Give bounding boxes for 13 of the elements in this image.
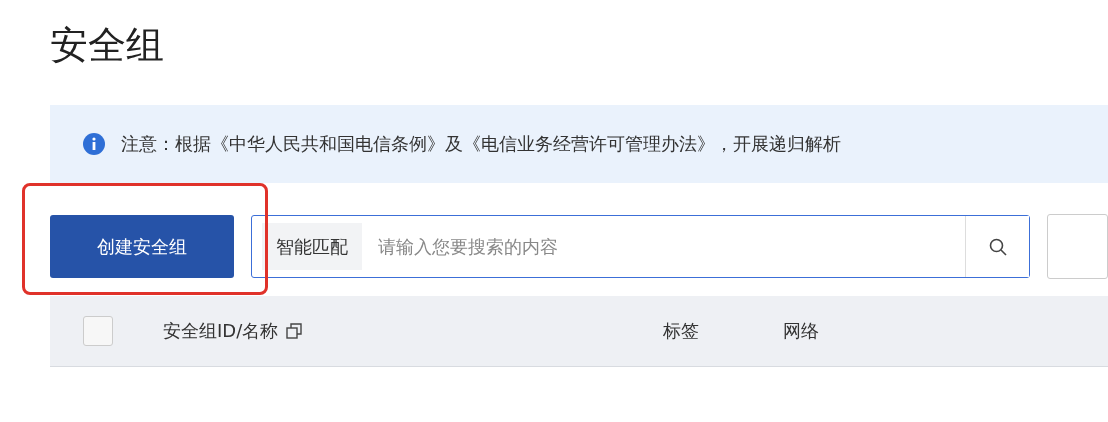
search-button[interactable] [965, 216, 1030, 277]
select-all-checkbox[interactable] [83, 316, 113, 346]
notice-text: 注意：根据《中华人民共和国电信条例》及《电信业务经营许可管理办法》，开展递归解析 [121, 132, 841, 156]
copy-icon[interactable] [286, 323, 303, 339]
match-mode-selector[interactable]: 智能匹配 [261, 223, 362, 270]
column-header: 安全组ID/名称 [163, 319, 279, 343]
column-header: 网络 [783, 319, 819, 343]
info-icon [83, 133, 105, 155]
search-icon [987, 236, 1008, 257]
create-security-group-button[interactable]: 创建安全组 [50, 215, 234, 278]
page-title: 安全组 [50, 22, 165, 69]
search-field[interactable]: 智能匹配 请输入您要搜索的内容 [250, 215, 1031, 278]
column-header: 标签 [663, 319, 699, 343]
